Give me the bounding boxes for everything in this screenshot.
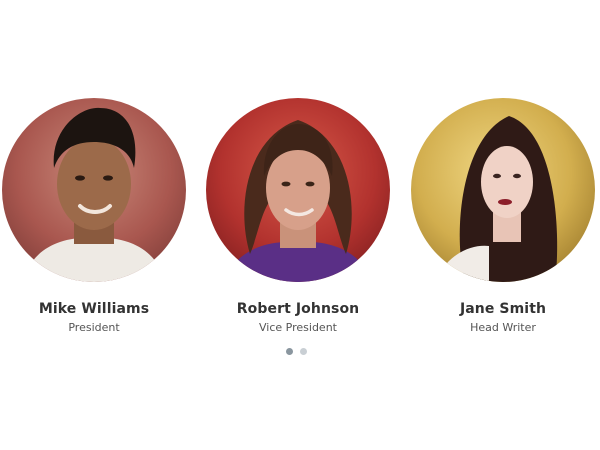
member-name: Robert Johnson — [236, 301, 360, 317]
avatar-photo-svg — [206, 98, 390, 282]
member-name: Mike Williams — [38, 301, 150, 317]
team-member-card: Mike Williams President — [0, 98, 189, 335]
team-member-card: Jane Smith Head Writer — [408, 98, 598, 335]
avatar-photo-svg — [2, 98, 186, 282]
avatar-photo-svg — [411, 98, 595, 282]
carousel-pagination — [286, 348, 307, 355]
pagination-dot-1[interactable] — [286, 348, 293, 355]
pagination-dot-2[interactable] — [300, 348, 307, 355]
avatar-photo — [206, 98, 390, 282]
member-role: President — [68, 321, 120, 334]
member-role: Vice President — [259, 321, 337, 334]
team-member-card: Robert Johnson Vice President — [203, 98, 393, 335]
avatar-photo — [411, 98, 595, 282]
team-carousel: Mike Williams President Robert Johnson V… — [0, 0, 600, 450]
member-role: Head Writer — [470, 321, 536, 334]
avatar-photo — [2, 98, 186, 282]
member-name: Jane Smith — [459, 301, 547, 317]
